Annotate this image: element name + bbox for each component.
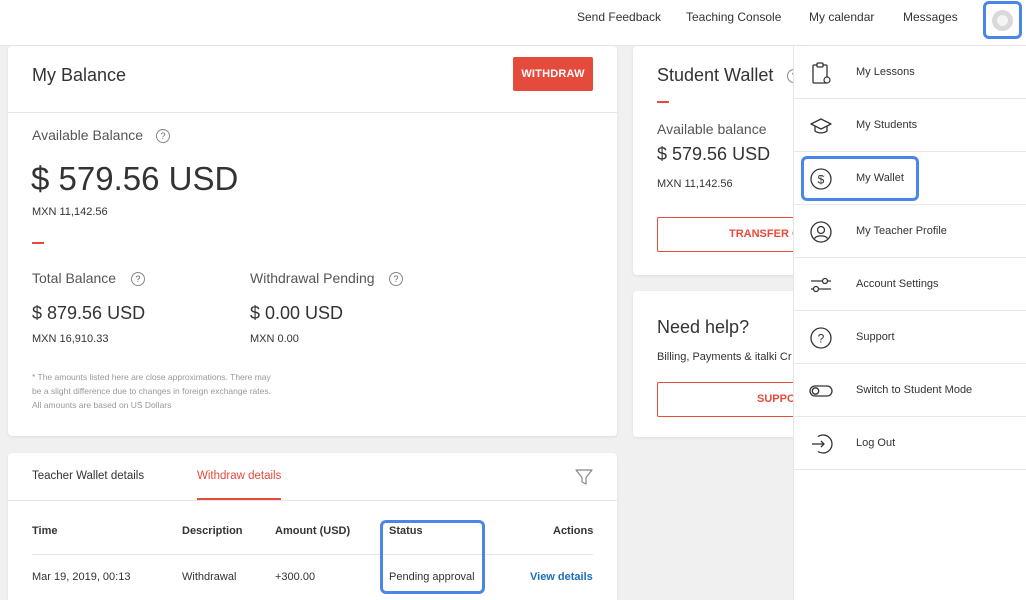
balance-title: My Balance [32,65,127,85]
menu-item-label: Switch to Student Mode [856,384,973,396]
menu-item-my-students[interactable]: My Students [794,99,1026,152]
menu-item-account-settings[interactable]: Account Settings [794,258,1026,311]
filter-icon[interactable] [575,468,593,486]
divider [32,554,593,555]
my-calendar-link[interactable]: My calendar [809,10,874,24]
svg-text:?: ? [818,332,825,346]
toggle-icon [809,385,833,397]
column-header-actions: Actions [553,525,594,537]
total-balance-label: Total Balance [32,270,117,286]
help-icon[interactable]: ? [156,129,170,143]
column-header-description: Description [182,525,243,537]
cell-amount: +300.00 [275,571,316,583]
menu-item-label: Account Settings [856,278,939,290]
menu-item-label: My Teacher Profile [856,225,947,237]
student-wallet-title: Student Wallet [657,65,774,85]
transfer-button[interactable]: TRANSFER C [657,217,813,252]
student-wallet-card: Student Wallet ? Available balance $ 579… [633,46,813,275]
menu-item-label: Support [856,331,895,343]
cell-description: Withdrawal [182,571,237,583]
divider [8,112,617,113]
messages-link[interactable]: Messages [903,10,958,24]
total-balance-usd: $ 879.56 USD [32,303,146,323]
red-dash [657,101,669,103]
red-dash [32,242,44,244]
menu-item-my-lessons[interactable]: My Lessons [794,46,1026,99]
balance-card: My Balance WITHDRAW Available Balance ? … [8,46,617,436]
tab-teacher-wallet-details[interactable]: Teacher Wallet details [32,470,144,482]
available-balance-mxn: MXN 11,142.56 [32,206,108,218]
student-available-usd: $ 579.56 USD [657,144,771,164]
help-text: Billing, Payments & italki Cr [657,351,792,363]
menu-item-my-teacher-profile[interactable]: My Teacher Profile [794,205,1026,258]
avatar [992,10,1013,31]
help-icon[interactable]: ? [389,272,403,286]
avatar-button[interactable] [983,1,1022,39]
withdrawal-pending-label: Withdrawal Pending [250,270,375,286]
withdrawal-pending-mxn: MXN 0.00 [250,333,299,345]
student-available-mxn: MXN 11,142.56 [657,178,733,190]
question-circle-icon: ? [810,327,832,349]
menu-item-label: Log Out [856,437,896,449]
graduation-cap-icon [810,118,832,134]
disclaimer-line-3: All amounts are based on US Dollars [32,400,172,410]
column-header-amount: Amount (USD) [275,525,351,537]
user-menu: My Lessons My Students $ My Wallet My Te… [793,46,1026,600]
disclaimer-line-2: be a slight difference due to changes in… [32,386,271,396]
student-available-label: Available balance [657,121,767,137]
cell-time: Mar 19, 2019, 00:13 [32,571,131,583]
teaching-console-link[interactable]: Teaching Console [686,10,781,24]
column-header-time: Time [32,525,58,537]
total-balance-mxn: MXN 16,910.33 [32,333,109,345]
available-balance-usd: $ 579.56 USD [31,160,239,197]
withdraw-button[interactable]: WITHDRAW [513,57,593,91]
disclaimer-line-1: * The amounts listed here are close appr… [32,372,271,382]
logout-icon [812,434,833,454]
menu-item-support[interactable]: ? Support [794,311,1026,364]
menu-item-switch-to-student-mode[interactable]: Switch to Student Mode [794,364,1026,417]
help-icon[interactable]: ? [131,272,145,286]
help-card: Need help? Billing, Payments & italki Cr… [633,291,813,437]
menu-item-label: My Lessons [856,66,915,78]
menu-item-label: My Students [856,119,918,131]
withdrawal-pending-usd: $ 0.00 USD [250,303,344,323]
menu-item-log-out[interactable]: Log Out [794,417,1026,470]
tab-withdraw-details[interactable]: Withdraw details [197,470,281,482]
support-button[interactable]: SUPPO [657,382,813,417]
clipboard-icon [812,62,831,84]
divider [8,500,617,501]
view-details-link[interactable]: View details [530,571,593,583]
help-title: Need help? [657,317,750,337]
status-highlight [380,520,485,594]
user-circle-icon [810,221,832,243]
send-feedback-link[interactable]: Send Feedback [577,10,661,24]
top-bar: Send Feedback Teaching Console My calend… [0,0,1026,46]
available-balance-label: Available Balance [32,127,144,143]
sliders-icon [811,277,831,293]
my-wallet-highlight [801,156,919,201]
details-card: Teacher Wallet details Withdraw details … [8,453,617,600]
